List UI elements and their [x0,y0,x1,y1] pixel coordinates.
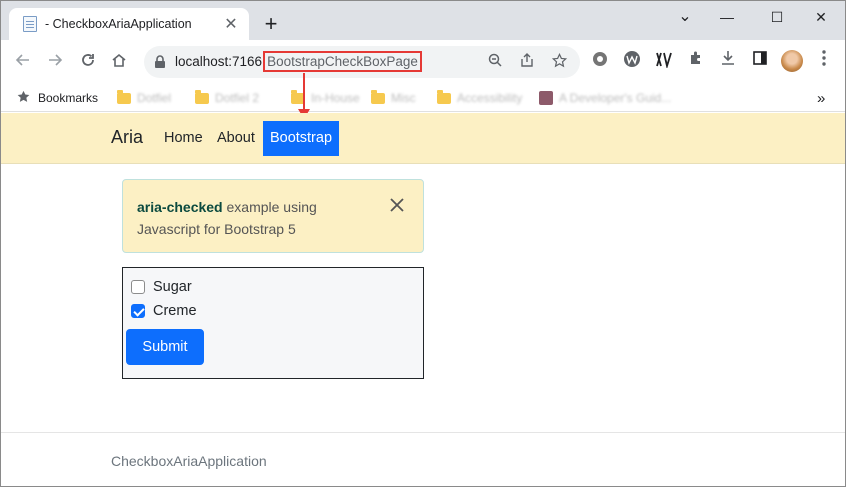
download-icon[interactable] [717,50,739,72]
minimize-button[interactable]: — [707,5,747,29]
maximize-button[interactable]: ☐ [757,5,797,29]
close-window-button[interactable]: ✕ [801,5,841,29]
new-tab-button[interactable]: + [259,13,283,35]
reload-icon[interactable] [76,50,100,74]
footer-divider [1,432,845,433]
bookmark-folder-4[interactable]: Misc [371,89,416,107]
bookmark-label: Dotfiel 2 [215,91,260,105]
browser-window: - CheckboxAriaApplication ✕ + ⌄ — ☐ ✕ lo… [0,0,846,487]
folder-icon [437,89,451,104]
bookmark-label: Accessibility [457,91,523,105]
alert-message: aria-checked example using Javascript fo… [137,196,367,240]
sidebar-icon[interactable] [749,50,771,72]
bookmark-label: Misc [391,91,416,105]
checkbox-row-sugar[interactable]: Sugar [131,279,192,295]
bookmark-label: Dotfiel [137,91,172,105]
footer-text: CheckboxAriaApplication [111,453,267,469]
zoom-icon[interactable] [486,53,504,71]
alert-strong-text: aria-checked [137,199,223,215]
star-icon[interactable] [550,52,568,71]
nav-link-home[interactable]: Home [164,130,203,146]
navbar-brand[interactable]: Aria [111,127,143,148]
bookmarks-overflow-button[interactable]: » [817,89,825,107]
folder-icon [117,89,131,104]
bookmark-label: In-House [311,91,360,105]
app-navbar: Aria Home About Bootstrap [1,113,845,164]
bookmarks-manager[interactable]: Bookmarks [17,89,98,107]
browser-tab[interactable]: - CheckboxAriaApplication ✕ [9,8,249,40]
folder-icon [195,89,209,104]
nav-link-about[interactable]: About [217,130,255,146]
browser-toolbar: localhost:7166 BootstrapCheckBoxPage [1,40,845,84]
url-host: localhost:7166 [175,54,263,69]
tab-strip: - CheckboxAriaApplication ✕ + ⌄ — ☐ ✕ [1,1,845,40]
bookmark-favicon-icon [539,91,553,105]
share-icon[interactable] [518,53,536,71]
profile-avatar[interactable] [781,50,803,72]
tab-title: - CheckboxAriaApplication [45,17,192,31]
submit-button[interactable]: Submit [126,329,204,365]
bookmark-link-6[interactable]: A Developer's Guid... [539,89,671,107]
settings-extension-icon[interactable] [589,50,611,72]
menu-kebab-icon[interactable] [813,50,835,72]
page-favicon-icon [23,16,37,32]
creme-label[interactable]: Creme [153,303,197,319]
address-bar[interactable]: localhost:7166 BootstrapCheckBoxPage [144,46,580,78]
puzzle-icon[interactable] [685,50,707,72]
tab-close-icon[interactable]: ✕ [223,14,239,34]
forward-arrow-icon[interactable] [43,50,67,74]
translate-extension-icon[interactable] [653,50,675,72]
w-extension-icon[interactable] [621,50,643,72]
bookmark-folder-3[interactable]: In-House [291,89,360,107]
back-arrow-icon[interactable] [11,50,35,74]
annotation-arrow-line [303,73,305,113]
folder-icon [371,89,385,104]
bookmark-folder-1[interactable]: Dotfiel [117,89,171,107]
bookmark-folder-5[interactable]: Accessibility [437,89,522,107]
sugar-label[interactable]: Sugar [153,279,192,295]
checkbox-form: Sugar Creme Submit [122,267,424,379]
sugar-checkbox[interactable] [131,280,145,294]
alert-close-icon[interactable] [389,194,405,218]
tab-search-icon[interactable]: ⌄ [665,5,705,29]
nav-link-bootstrap[interactable]: Bootstrap [263,121,339,156]
url-text[interactable]: localhost:7166 BootstrapCheckBoxPage [175,51,422,72]
bookmarks-bar: Bookmarks Dotfiel Dotfiel 2 In-House Mis… [1,84,845,112]
alert-box: aria-checked example using Javascript fo… [122,179,424,253]
star-filled-icon [17,90,30,106]
home-icon[interactable] [107,50,131,74]
lock-icon[interactable] [154,55,166,74]
bookmarks-label: Bookmarks [38,91,99,105]
creme-checkbox[interactable] [131,304,145,318]
bookmark-label: A Developer's Guid... [559,91,672,105]
checkbox-row-creme[interactable]: Creme [131,303,197,319]
bookmark-folder-2[interactable]: Dotfiel 2 [195,89,259,107]
url-path-highlight: BootstrapCheckBoxPage [263,51,422,72]
